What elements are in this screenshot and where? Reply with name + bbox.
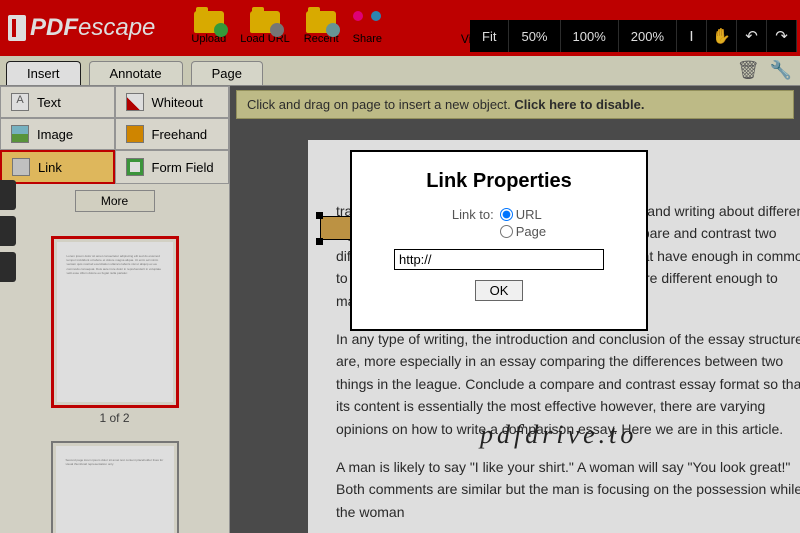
watermark-text: pdfdrive.to bbox=[480, 420, 637, 450]
wrench-icon[interactable]: 🔧 bbox=[770, 60, 792, 81]
tool-link[interactable]: Link bbox=[0, 150, 115, 184]
radio-url[interactable] bbox=[500, 208, 513, 221]
load-url-button[interactable]: Load URL bbox=[240, 11, 290, 45]
whiteout-icon bbox=[126, 93, 144, 111]
sidebar: Text Whiteout Image Freehand Link Form F… bbox=[0, 86, 230, 533]
undo-icon[interactable]: ↶ bbox=[737, 20, 767, 52]
link-to-label: Link to: bbox=[452, 207, 494, 222]
text-icon bbox=[11, 93, 29, 111]
zoom-200-button[interactable]: 200% bbox=[619, 20, 677, 52]
hint-text: Click and drag on page to insert a new o… bbox=[247, 97, 514, 112]
share-label: Share bbox=[353, 33, 382, 45]
load-url-label: Load URL bbox=[240, 33, 290, 45]
zoom-fit-button[interactable]: Fit bbox=[470, 20, 509, 52]
vtab-3[interactable] bbox=[0, 252, 16, 282]
tool-whiteout[interactable]: Whiteout bbox=[115, 86, 230, 118]
recent-button[interactable]: Recent bbox=[304, 11, 339, 45]
hand-tool-icon[interactable]: ✋ bbox=[707, 20, 737, 52]
share-button[interactable]: Share bbox=[353, 11, 382, 45]
vtab-2[interactable] bbox=[0, 216, 16, 246]
tool-text[interactable]: Text bbox=[0, 86, 115, 118]
tab-page[interactable]: Page bbox=[191, 61, 263, 85]
zoom-100-button[interactable]: 100% bbox=[561, 20, 619, 52]
formfield-icon bbox=[126, 158, 144, 176]
freehand-icon bbox=[126, 125, 144, 143]
page-thumbnails: Lorem ipsum dolor sit amet consectetur a… bbox=[0, 218, 229, 533]
link-properties-dialog: Link Properties Link to: URL Page OK bbox=[350, 150, 648, 331]
ok-button[interactable]: OK bbox=[475, 280, 523, 301]
folder-upload-icon bbox=[194, 11, 224, 33]
hint-bar[interactable]: Click and drag on page to insert a new o… bbox=[236, 90, 794, 119]
radio-url-label[interactable]: URL bbox=[500, 207, 542, 222]
redo-icon[interactable]: ↷ bbox=[767, 20, 797, 52]
hint-disable-link[interactable]: Click here to disable. bbox=[514, 97, 644, 112]
vertical-side-tabs bbox=[0, 180, 16, 282]
logo-mark-icon bbox=[8, 15, 26, 41]
app-logo: PDFescape bbox=[8, 14, 155, 42]
url-input[interactable] bbox=[394, 249, 604, 270]
thumbnail-page-2[interactable]: Second page lorem ipsum dolor sit amet t… bbox=[51, 441, 179, 533]
tab-insert[interactable]: Insert bbox=[6, 61, 81, 85]
tool-freehand[interactable]: Freehand bbox=[115, 118, 230, 150]
resize-handle-nw[interactable] bbox=[316, 212, 323, 219]
tool-image[interactable]: Image bbox=[0, 118, 115, 150]
dialog-title: Link Properties bbox=[370, 170, 628, 193]
tool-formfield[interactable]: Form Field bbox=[115, 150, 230, 184]
top-toolbar: PDFescape Upload Load URL Recent Share V… bbox=[0, 0, 800, 56]
resize-handle-sw[interactable] bbox=[316, 238, 323, 245]
radio-page[interactable] bbox=[500, 225, 513, 238]
zoom-bar: Fit 50% 100% 200% I ✋ ↶ ↷ bbox=[470, 20, 797, 52]
link-icon bbox=[12, 158, 30, 176]
logo-text: PDFescape bbox=[30, 14, 155, 42]
thumbnail-page-1[interactable]: Lorem ipsum dolor sit amet consectetur a… bbox=[51, 236, 179, 408]
radio-page-label[interactable]: Page bbox=[500, 224, 546, 239]
tool-grid: Text Whiteout Image Freehand Link Form F… bbox=[0, 86, 229, 184]
thumb-count-label: 1 of 2 bbox=[51, 408, 179, 425]
more-button[interactable]: More bbox=[75, 190, 155, 212]
text-cursor-icon[interactable]: I bbox=[677, 20, 707, 52]
image-icon bbox=[11, 125, 29, 143]
zoom-50-button[interactable]: 50% bbox=[509, 20, 560, 52]
folder-url-icon bbox=[250, 11, 280, 33]
folder-recent-icon bbox=[306, 11, 336, 33]
toolbar-actions: Upload Load URL Recent Share bbox=[191, 11, 382, 45]
tool-tabs: Insert Annotate Page 🗑 🔧 bbox=[0, 56, 800, 86]
upload-button[interactable]: Upload bbox=[191, 11, 226, 45]
trash-icon[interactable]: 🗑 bbox=[737, 60, 760, 81]
tab-annotate[interactable]: Annotate bbox=[89, 61, 183, 85]
thumb-1-wrap[interactable]: Lorem ipsum dolor sit amet consectetur a… bbox=[51, 236, 179, 425]
share-icon bbox=[353, 11, 381, 33]
page-para-3: A man is likely to say "I like your shir… bbox=[336, 456, 800, 523]
vtab-1[interactable] bbox=[0, 180, 16, 210]
